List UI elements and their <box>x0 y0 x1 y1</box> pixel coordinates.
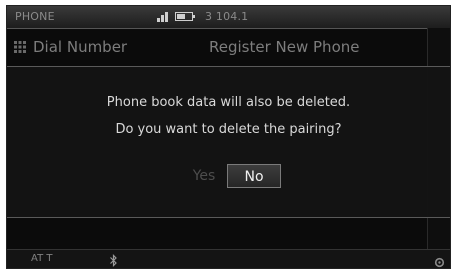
no-button[interactable]: No <box>227 164 281 188</box>
signal-strength-icon <box>157 10 168 22</box>
yes-button[interactable]: Yes <box>181 164 227 188</box>
settings-icon[interactable] <box>434 253 445 268</box>
screen-title: PHONE <box>15 10 55 23</box>
dialog-message-line2: Do you want to delete the pairing? <box>115 122 342 137</box>
radio-station: 3 104.1 <box>205 10 249 23</box>
bluetooth-icon <box>109 252 118 268</box>
menu-item-dial-number[interactable]: Dial Number <box>33 38 127 56</box>
head-unit-screen: PHONE 3 104.1 Dial Number Register New P… <box>6 5 451 269</box>
dialog-message-line1: Phone book data will also be deleted. <box>106 95 351 110</box>
status-bar: PHONE 3 104.1 <box>7 6 450 29</box>
phone-menu: Dial Number Register New Phone <box>7 34 450 64</box>
battery-icon <box>175 12 195 21</box>
carrier-label: AT T <box>31 253 53 264</box>
keypad-icon <box>13 39 27 53</box>
menu-item-register-new-phone[interactable]: Register New Phone <box>209 38 359 56</box>
bottom-bar: AT T <box>7 249 450 268</box>
delete-pairing-dialog: Phone book data will also be deleted. Do… <box>7 66 450 218</box>
